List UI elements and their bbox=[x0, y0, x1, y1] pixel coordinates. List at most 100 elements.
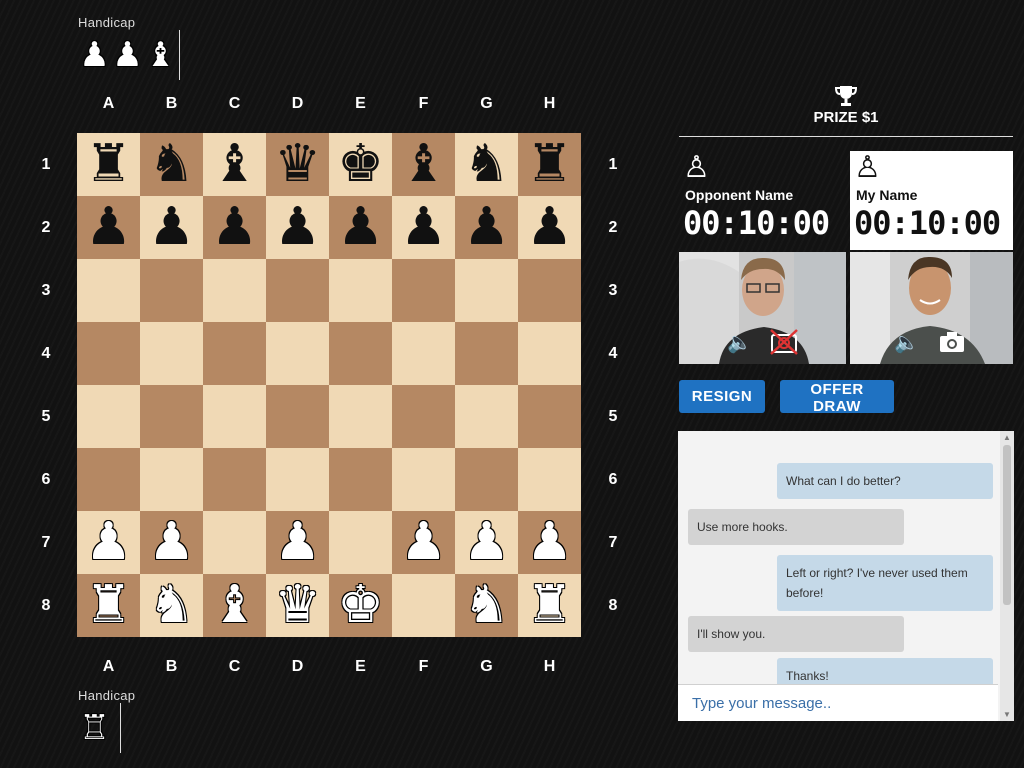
square-c1[interactable]: ♝ bbox=[203, 133, 266, 196]
square-f8[interactable] bbox=[392, 574, 455, 637]
black-pawn-icon[interactable]: ♟ bbox=[85, 196, 132, 259]
white-bishop-icon[interactable]: ♝ bbox=[211, 574, 258, 637]
white-rook-icon[interactable]: ♜ bbox=[526, 574, 573, 637]
square-e3[interactable] bbox=[329, 259, 392, 322]
square-a4[interactable] bbox=[77, 322, 140, 385]
square-c2[interactable]: ♟ bbox=[203, 196, 266, 259]
square-h5[interactable] bbox=[518, 385, 581, 448]
scroll-thumb[interactable] bbox=[1003, 445, 1011, 605]
square-b1[interactable]: ♞ bbox=[140, 133, 203, 196]
square-f5[interactable] bbox=[392, 385, 455, 448]
chat-messages[interactable]: What can I do better? Use more hooks. Le… bbox=[678, 431, 998, 684]
chat-scrollbar[interactable]: ▲ ▼ bbox=[1000, 431, 1014, 721]
black-knight-icon[interactable]: ♞ bbox=[148, 133, 195, 196]
black-rook-icon[interactable]: ♜ bbox=[526, 133, 573, 196]
white-pawn-icon[interactable]: ♟ bbox=[400, 511, 447, 574]
square-h2[interactable]: ♟ bbox=[518, 196, 581, 259]
square-a8[interactable]: ♜ bbox=[77, 574, 140, 637]
square-e7[interactable] bbox=[329, 511, 392, 574]
square-f2[interactable]: ♟ bbox=[392, 196, 455, 259]
square-a3[interactable] bbox=[77, 259, 140, 322]
square-d1[interactable]: ♛ bbox=[266, 133, 329, 196]
square-e4[interactable] bbox=[329, 322, 392, 385]
square-b4[interactable] bbox=[140, 322, 203, 385]
square-c4[interactable] bbox=[203, 322, 266, 385]
black-knight-icon[interactable]: ♞ bbox=[463, 133, 510, 196]
speaker-icon[interactable]: 🔈 bbox=[894, 330, 919, 354]
white-pawn-icon[interactable]: ♟ bbox=[148, 511, 195, 574]
square-b2[interactable]: ♟ bbox=[140, 196, 203, 259]
chat-input[interactable] bbox=[678, 684, 998, 721]
square-h6[interactable] bbox=[518, 448, 581, 511]
white-pawn-icon[interactable]: ♟ bbox=[463, 511, 510, 574]
square-b5[interactable] bbox=[140, 385, 203, 448]
black-pawn-icon[interactable]: ♟ bbox=[337, 196, 384, 259]
black-queen-icon[interactable]: ♛ bbox=[274, 133, 321, 196]
square-b3[interactable] bbox=[140, 259, 203, 322]
white-king-icon[interactable]: ♚ bbox=[337, 574, 384, 637]
square-f7[interactable]: ♟ bbox=[392, 511, 455, 574]
scroll-up-icon[interactable]: ▲ bbox=[1000, 433, 1014, 442]
square-g7[interactable]: ♟ bbox=[455, 511, 518, 574]
square-d5[interactable] bbox=[266, 385, 329, 448]
white-knight-icon[interactable]: ♞ bbox=[463, 574, 510, 637]
square-b7[interactable]: ♟ bbox=[140, 511, 203, 574]
white-pawn-icon[interactable]: ♟ bbox=[274, 511, 321, 574]
square-f1[interactable]: ♝ bbox=[392, 133, 455, 196]
square-d4[interactable] bbox=[266, 322, 329, 385]
speaker-icon[interactable]: 🔈 bbox=[727, 330, 752, 354]
square-d7[interactable]: ♟ bbox=[266, 511, 329, 574]
square-g1[interactable]: ♞ bbox=[455, 133, 518, 196]
square-g6[interactable] bbox=[455, 448, 518, 511]
square-e6[interactable] bbox=[329, 448, 392, 511]
square-h3[interactable] bbox=[518, 259, 581, 322]
black-pawn-icon[interactable]: ♟ bbox=[400, 196, 447, 259]
square-b8[interactable]: ♞ bbox=[140, 574, 203, 637]
square-g3[interactable] bbox=[455, 259, 518, 322]
black-pawn-icon[interactable]: ♟ bbox=[274, 196, 321, 259]
square-f6[interactable] bbox=[392, 448, 455, 511]
scroll-down-icon[interactable]: ▼ bbox=[1000, 710, 1014, 719]
square-e8[interactable]: ♚ bbox=[329, 574, 392, 637]
white-queen-icon[interactable]: ♛ bbox=[274, 574, 321, 637]
chess-board[interactable]: ♜ ♞ ♝ ♛ ♚ ♝ ♞ ♜ ♟ ♟ ♟ ♟ ♟ ♟ ♟ ♟ ♟ ♟ ♟ ♟ ♟ ♟ ♜ ♞ ♝ ♛ ♚ ♞ ♜ bbox=[77, 133, 581, 637]
square-c7[interactable] bbox=[203, 511, 266, 574]
camera-off-icon[interactable] bbox=[769, 328, 799, 356]
white-pawn-icon[interactable]: ♟ bbox=[526, 511, 573, 574]
black-pawn-icon[interactable]: ♟ bbox=[148, 196, 195, 259]
square-c6[interactable] bbox=[203, 448, 266, 511]
square-b6[interactable] bbox=[140, 448, 203, 511]
white-knight-icon[interactable]: ♞ bbox=[148, 574, 195, 637]
square-a1[interactable]: ♜ bbox=[77, 133, 140, 196]
square-g2[interactable]: ♟ bbox=[455, 196, 518, 259]
square-c8[interactable]: ♝ bbox=[203, 574, 266, 637]
black-pawn-icon[interactable]: ♟ bbox=[526, 196, 573, 259]
square-a5[interactable] bbox=[77, 385, 140, 448]
square-f4[interactable] bbox=[392, 322, 455, 385]
square-d3[interactable] bbox=[266, 259, 329, 322]
square-e2[interactable]: ♟ bbox=[329, 196, 392, 259]
square-d2[interactable]: ♟ bbox=[266, 196, 329, 259]
square-h1[interactable]: ♜ bbox=[518, 133, 581, 196]
square-a7[interactable]: ♟ bbox=[77, 511, 140, 574]
black-pawn-icon[interactable]: ♟ bbox=[211, 196, 258, 259]
square-a6[interactable] bbox=[77, 448, 140, 511]
black-rook-icon[interactable]: ♜ bbox=[85, 133, 132, 196]
black-pawn-icon[interactable]: ♟ bbox=[463, 196, 510, 259]
camera-icon[interactable] bbox=[938, 330, 966, 354]
black-king-icon[interactable]: ♚ bbox=[337, 133, 384, 196]
square-h8[interactable]: ♜ bbox=[518, 574, 581, 637]
black-bishop-icon[interactable]: ♝ bbox=[400, 133, 447, 196]
black-bishop-icon[interactable]: ♝ bbox=[211, 133, 258, 196]
square-d6[interactable] bbox=[266, 448, 329, 511]
square-c3[interactable] bbox=[203, 259, 266, 322]
offer-draw-button[interactable]: OFFER DRAW bbox=[780, 380, 894, 415]
square-d8[interactable]: ♛ bbox=[266, 574, 329, 637]
square-g5[interactable] bbox=[455, 385, 518, 448]
square-h7[interactable]: ♟ bbox=[518, 511, 581, 574]
white-pawn-icon[interactable]: ♟ bbox=[85, 511, 132, 574]
square-g8[interactable]: ♞ bbox=[455, 574, 518, 637]
square-e1[interactable]: ♚ bbox=[329, 133, 392, 196]
square-g4[interactable] bbox=[455, 322, 518, 385]
square-c5[interactable] bbox=[203, 385, 266, 448]
